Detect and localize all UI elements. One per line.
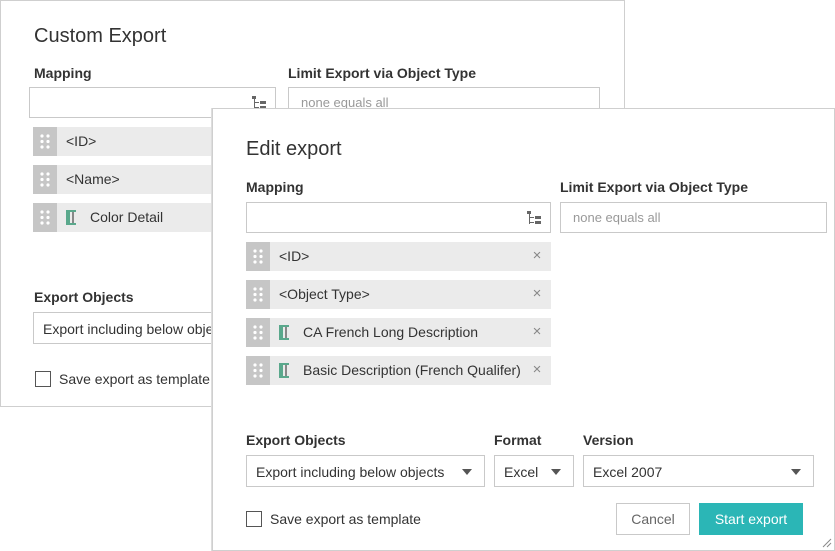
chevron-down-icon	[551, 469, 561, 475]
export-objects-select[interactable]: Export including below obje	[33, 312, 233, 344]
mapping-label: Mapping	[246, 179, 304, 195]
close-icon[interactable]: ×	[531, 286, 543, 301]
drag-handle[interactable]	[246, 318, 270, 347]
attribute-icon	[279, 325, 289, 340]
mapping-item[interactable]: <Object Type> ×	[246, 280, 551, 309]
limit-export-label: Limit Export via Object Type	[288, 65, 477, 81]
format-value: Excel	[504, 464, 539, 480]
export-objects-label: Export Objects	[34, 289, 134, 305]
mapping-item[interactable]: CA French Long Description ×	[246, 318, 551, 347]
dialog-title: Edit export	[246, 138, 342, 160]
save-template-label: Save export as template	[59, 371, 210, 387]
close-icon[interactable]: ×	[531, 324, 543, 339]
mapping-item-label: <ID>	[279, 248, 310, 264]
drag-handle[interactable]	[246, 356, 270, 385]
export-objects-value: Export including below obje	[43, 321, 214, 337]
format-select[interactable]: Excel	[494, 455, 574, 487]
save-template-label: Save export as template	[270, 511, 421, 527]
mapping-item-label: <Object Type>	[279, 286, 370, 302]
export-objects-label: Export Objects	[246, 432, 346, 448]
drag-handle[interactable]	[246, 280, 270, 309]
drag-handle[interactable]	[33, 203, 57, 232]
drag-dots-icon	[253, 287, 263, 302]
limit-object-type-input[interactable]: none equals all	[560, 202, 827, 233]
limit-placeholder: none equals all	[573, 210, 661, 225]
chevron-down-icon	[791, 469, 801, 475]
mapping-item[interactable]: <ID>	[33, 127, 223, 156]
version-label: Version	[583, 432, 634, 448]
mapping-search-input[interactable]	[246, 202, 551, 233]
attribute-icon	[66, 210, 76, 225]
mapping-item-label: Color Detail	[90, 209, 164, 225]
version-value: Excel 2007	[593, 464, 663, 480]
drag-dots-icon	[253, 249, 263, 264]
version-select[interactable]: Excel 2007	[583, 455, 814, 487]
mapping-item-label: <ID>	[66, 133, 97, 149]
export-objects-value: Export including below objects	[256, 464, 445, 480]
drag-dots-icon	[40, 172, 50, 187]
mapping-item-label: CA French Long Description	[303, 324, 479, 340]
drag-dots-icon	[253, 325, 263, 340]
drag-dots-icon	[40, 134, 50, 149]
tree-icon[interactable]	[526, 210, 542, 226]
resize-handle-icon[interactable]	[822, 538, 832, 548]
save-template-checkbox[interactable]	[35, 371, 51, 387]
save-template-checkbox[interactable]	[246, 511, 262, 527]
start-export-button[interactable]: Start export	[699, 503, 803, 535]
export-objects-select[interactable]: Export including below objects	[246, 455, 485, 487]
drag-handle[interactable]	[246, 242, 270, 271]
chevron-down-icon	[462, 469, 472, 475]
mapping-item[interactable]: Basic Description (French Qualifer) ×	[246, 356, 551, 385]
mapping-item-label: Basic Description (French Qualifer)	[303, 362, 521, 378]
cancel-button[interactable]: Cancel	[616, 503, 690, 535]
drag-handle[interactable]	[33, 165, 57, 194]
mapping-item[interactable]: <ID> ×	[246, 242, 551, 271]
drag-handle[interactable]	[33, 127, 57, 156]
dialog-title: Custom Export	[34, 25, 167, 47]
drag-dots-icon	[253, 363, 263, 378]
mapping-item[interactable]: <Name>	[33, 165, 223, 194]
close-icon[interactable]: ×	[531, 248, 543, 263]
format-label: Format	[494, 432, 542, 448]
mapping-label: Mapping	[34, 65, 92, 81]
attribute-icon	[279, 363, 289, 378]
drag-dots-icon	[40, 210, 50, 225]
edit-export-dialog: Edit export Mapping Limit Export via Obj…	[212, 108, 835, 551]
mapping-item[interactable]: Color Detail	[33, 203, 223, 232]
limit-export-label: Limit Export via Object Type	[560, 179, 749, 195]
mapping-item-label: <Name>	[66, 171, 120, 187]
close-icon[interactable]: ×	[531, 362, 543, 377]
